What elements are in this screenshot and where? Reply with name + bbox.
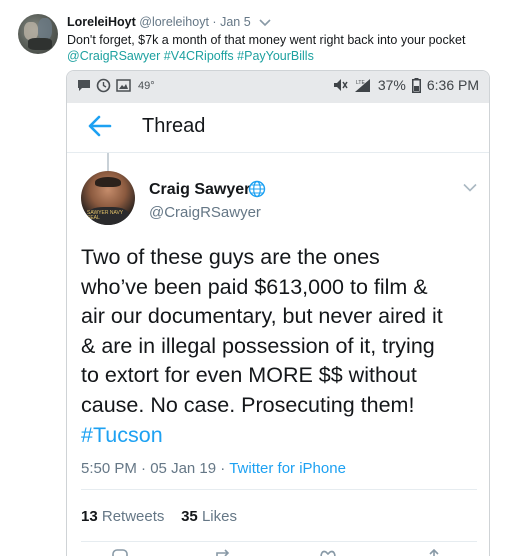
thread-title: Thread	[142, 115, 206, 137]
meta-separator: ·	[220, 460, 226, 477]
chevron-down-icon[interactable]	[258, 17, 272, 27]
outer-tweet: LoreleiHoyt @loreleihoyt · Jan 5 Don't f…	[0, 0, 508, 556]
svg-text:LTE: LTE	[356, 80, 365, 86]
tweet-source-link[interactable]: Twitter for iPhone	[229, 460, 346, 477]
divider	[81, 489, 477, 490]
tweet-line: cause. No case. Prosecuting them!	[81, 392, 415, 417]
image-icon	[116, 79, 131, 92]
tweet-line: air our documentary, but never aired it	[81, 304, 443, 329]
globe-icon	[248, 180, 266, 198]
outer-author-handle[interactable]: @loreleihoyt	[139, 15, 209, 29]
share-icon[interactable]	[425, 549, 443, 556]
reply-icon[interactable]	[111, 549, 129, 556]
retweets-stat[interactable]: 13 Retweets	[81, 508, 169, 525]
tweet-time: 5:50 PM	[81, 460, 137, 477]
divider	[81, 541, 477, 542]
retweets-label: Retweets	[101, 508, 165, 525]
embedded-screenshot[interactable]: 49° LTE 37% 6:36 PM Thread SAWYER NAVY S…	[66, 70, 490, 556]
message-icon	[78, 80, 90, 91]
outer-date[interactable]: Jan 5	[220, 15, 251, 29]
author-handle[interactable]: @CraigRSawyer	[149, 204, 261, 221]
tweet-date: 05 Jan 19	[150, 460, 217, 477]
thread-header: Thread	[67, 103, 489, 153]
outer-separator: ·	[212, 15, 217, 29]
outer-tweet-text: Don't forget, $7k a month of that money …	[67, 33, 466, 47]
tweet-text: Two of these guys are the ones who’ve be…	[81, 243, 485, 450]
tweet-line: & are in illegal possession of it, tryin…	[81, 333, 435, 358]
hashtag-link[interactable]: #Tucson	[81, 421, 485, 451]
battery-icon	[411, 77, 421, 93]
outer-tweet-header: LoreleiHoyt @loreleihoyt · Jan 5	[67, 15, 251, 29]
status-time: 6:36 PM	[426, 77, 479, 93]
author-name[interactable]: Craig Sawyer	[149, 181, 250, 199]
tweet-line: to extort for even MORE $$ without	[81, 363, 417, 388]
signal-icon: LTE	[354, 78, 370, 92]
tweet-stats: 13 Retweets 35 Likes	[81, 508, 237, 525]
likes-stat[interactable]: 35 Likes	[181, 508, 237, 525]
tweet-line: Two of these guys are the ones	[81, 245, 380, 269]
retweet-icon[interactable]	[215, 549, 233, 556]
mute-icon	[333, 79, 348, 91]
status-bar: 49° LTE 37% 6:36 PM	[67, 71, 489, 103]
avatar-label: SAWYER NAVY SEAL	[87, 210, 124, 221]
like-icon[interactable]	[319, 549, 337, 556]
action-bar	[67, 549, 489, 556]
retweets-count: 13	[81, 508, 98, 525]
timer-icon	[96, 78, 111, 93]
author-avatar[interactable]: SAWYER NAVY SEAL	[81, 171, 135, 225]
outer-author-name[interactable]: LoreleiHoyt	[67, 15, 136, 29]
likes-label: Likes	[201, 508, 237, 525]
back-arrow-icon[interactable]	[88, 115, 112, 137]
status-temperature: 49°	[138, 79, 155, 92]
meta-separator: ·	[141, 460, 147, 477]
likes-count: 35	[181, 508, 198, 525]
tweet-line: who’ve been paid $613,000 to film &	[81, 274, 428, 299]
chevron-down-icon[interactable]	[463, 183, 477, 192]
outer-avatar[interactable]	[18, 14, 58, 54]
battery-percent: 37%	[377, 77, 406, 93]
outer-tweet-hashtags: @CraigRSawyer #V4CRipoffs #PayYourBills	[67, 48, 314, 64]
tweet-timestamp: 5:50 PM · 05 Jan 19 · Twitter for iPhone	[81, 460, 346, 477]
outer-hashtags-line[interactable]: @CraigRSawyer #V4CRipoffs #PayYourBills	[67, 49, 314, 63]
